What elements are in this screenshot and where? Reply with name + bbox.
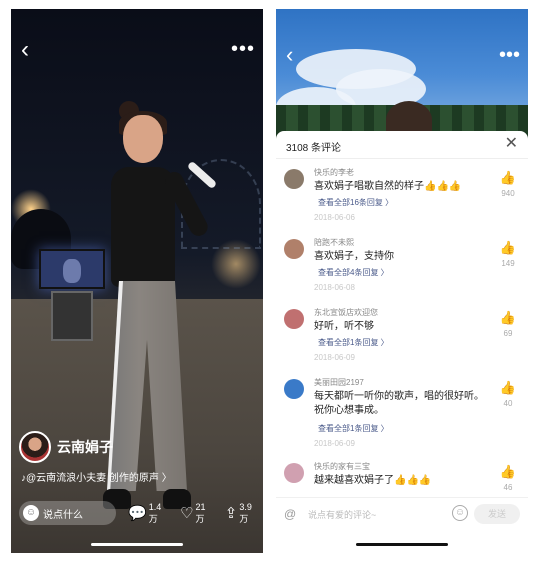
thumbs-up-icon: 👍 — [499, 380, 517, 395]
comments-screen: ‹ ••• 3108 条评论 ✕ 快乐的李老 喜欢娟子唱歌自然的样子👍👍👍 查看… — [276, 9, 528, 553]
author-name[interactable]: 云南娟子 — [57, 437, 113, 457]
author[interactable]: 云南娟子 — [19, 431, 113, 463]
comment-like-button[interactable]: 👍 940 — [498, 170, 518, 199]
comment-button[interactable]: 💬 1.4万 — [128, 502, 168, 525]
comment-username[interactable]: 快乐的家有三宝 — [314, 461, 370, 472]
comment-text: 喜欢娟子唱歌自然的样子👍👍👍 — [314, 181, 462, 192]
comment-username[interactable]: 美丽田园2197 — [314, 377, 364, 388]
comment-item[interactable]: 快乐的李老 喜欢娟子唱歌自然的样子👍👍👍 查看全部16条回复 〉 2018-06… — [276, 163, 528, 233]
video-screen[interactable]: ‹ ••• 云南娟子 ♪@云南流浪小夫妻 创作的原声 〉 ☺ 说点什么 💬 1.… — [11, 9, 263, 553]
comments-sheet: 3108 条评论 ✕ 快乐的李老 喜欢娟子唱歌自然的样子👍👍👍 查看全部16条回… — [276, 131, 528, 553]
avatar[interactable] — [284, 309, 304, 329]
avatar[interactable] — [284, 379, 304, 399]
comment-like-button[interactable]: 👍 40 — [498, 380, 518, 409]
share-count: 3.9万 — [239, 501, 252, 524]
comment-text: 越来越喜欢娟子了👍👍👍 — [314, 475, 432, 486]
share-icon: ⇪ — [224, 504, 238, 522]
comment-date: 2018-06-08 — [314, 283, 355, 292]
avatar[interactable] — [284, 239, 304, 259]
ellipsis-icon[interactable]: ••• — [499, 45, 520, 65]
view-replies-link[interactable]: 查看全部16条回复 〉 — [318, 197, 393, 208]
comment-date: 2018-06-06 — [314, 213, 355, 222]
comment-input-bar: @ 说点有爱的评论~ ☺ 发送 — [276, 497, 528, 529]
comment-date: 2018-06-09 — [314, 439, 355, 448]
chevron-left-icon[interactable]: ‹ — [21, 38, 41, 63]
ellipsis-icon[interactable]: ••• — [231, 39, 255, 59]
comment-like-button[interactable]: 👍 46 — [498, 464, 518, 493]
comment-username[interactable]: 陪跑不未熙 — [314, 237, 354, 248]
comment-input[interactable]: 说点有爱的评论~ — [308, 508, 376, 521]
chevron-left-icon[interactable]: ‹ — [286, 44, 293, 66]
comment-item[interactable]: 美丽田园2197 每天都听一听你的歌声，唱的很好听。祝你心想事成。 查看全部1条… — [276, 373, 528, 457]
comment-like-count: 940 — [501, 189, 515, 198]
comment-input[interactable]: ☺ 说点什么 — [19, 501, 116, 525]
comment-like-count: 46 — [503, 483, 513, 492]
smiley-icon[interactable]: ☺ — [452, 505, 468, 521]
bottom-actions: ☺ 说点什么 💬 1.4万 ♡ 21万 ⇪ 3.9万 — [19, 501, 259, 525]
heart-icon: ♡ — [180, 504, 194, 522]
comment-item[interactable]: 东北宣饭店欢迎您 好听，听不够 查看全部1条回复 〉 2018-06-09 👍 … — [276, 303, 528, 373]
send-button[interactable]: 发送 — [474, 504, 520, 524]
comment-count-title: 3108 条评论 — [286, 143, 342, 154]
view-replies-link[interactable]: 查看全部1条回复 〉 — [318, 423, 389, 434]
view-replies-link[interactable]: 查看全部1条回复 〉 — [318, 337, 389, 348]
comment-text: 喜欢娟子，支持你 — [314, 251, 394, 262]
top-bar: ‹ ••• — [11, 38, 263, 65]
comment-item[interactable]: 陪跑不未熙 喜欢娟子，支持你 查看全部4条回复 〉 2018-06-08 👍 1… — [276, 233, 528, 303]
sheet-header: 3108 条评论 ✕ — [276, 131, 528, 159]
like-count: 21万 — [195, 501, 206, 524]
comment-text: 好听，听不够 — [314, 321, 374, 332]
view-replies-link[interactable]: 查看全部4条回复 〉 — [318, 267, 389, 278]
comment-like-count: 69 — [503, 329, 513, 338]
like-button[interactable]: ♡ 21万 — [180, 502, 213, 525]
thumbs-up-icon: 👍 — [499, 170, 517, 185]
avatar[interactable] — [19, 431, 51, 463]
comment-date: 2018-06-09 — [314, 353, 355, 362]
home-indicator[interactable] — [91, 543, 183, 546]
thumbs-up-icon: 👍 — [499, 240, 517, 255]
comment-username[interactable]: 快乐的李老 — [314, 167, 354, 178]
comment-like-button[interactable]: 👍 149 — [498, 240, 518, 269]
comment-username[interactable]: 东北宣饭店欢迎您 — [314, 307, 378, 318]
thumbs-up-icon: 👍 — [499, 310, 517, 325]
comment-count: 1.4万 — [148, 501, 162, 524]
share-button[interactable]: ⇪ 3.9万 — [225, 502, 259, 525]
avatar[interactable] — [284, 169, 304, 189]
comment-like-count: 149 — [501, 259, 515, 268]
at-icon[interactable]: @ — [284, 507, 296, 521]
singer-head — [123, 115, 163, 163]
speech-bubble-icon: 💬 — [128, 504, 147, 522]
music-source[interactable]: ♪@云南流浪小夫妻 创作的原声 〉 — [21, 469, 172, 484]
top-bar: ‹ ••• — [276, 44, 528, 67]
smiley-icon: ☺ — [23, 505, 39, 521]
comment-like-count: 40 — [503, 399, 513, 408]
home-indicator[interactable] — [356, 543, 448, 546]
microphone — [186, 160, 218, 190]
thumbs-up-icon: 👍 — [499, 464, 517, 479]
comment-placeholder: 说点什么 — [43, 509, 83, 521]
comment-like-button[interactable]: 👍 69 — [498, 310, 518, 339]
comment-text: 每天都听一听你的歌声，唱的很好听。祝你心想事成。 — [314, 391, 484, 416]
avatar[interactable] — [284, 463, 304, 483]
close-icon[interactable]: ✕ — [505, 135, 518, 153]
